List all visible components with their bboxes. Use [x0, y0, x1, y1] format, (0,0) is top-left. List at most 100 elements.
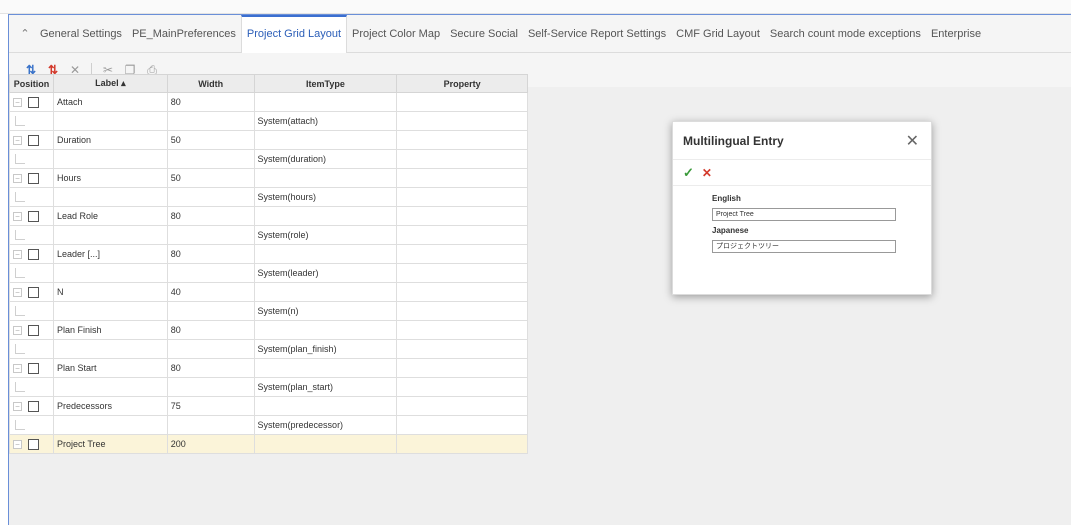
- label-cell[interactable]: Predecessors: [52, 396, 168, 416]
- item-type-cell[interactable]: [253, 244, 398, 264]
- label-cell[interactable]: [52, 377, 168, 397]
- property-cell[interactable]: [396, 149, 528, 169]
- label-cell[interactable]: N: [52, 282, 168, 302]
- item-type-cell[interactable]: System(duration): [253, 149, 398, 169]
- collapse-toggle-icon[interactable]: −: [13, 401, 22, 411]
- grid-row-field[interactable]: − Plan Finish 80: [9, 320, 528, 340]
- item-type-cell[interactable]: [253, 92, 398, 112]
- label-cell[interactable]: [52, 149, 168, 169]
- grid-row-item-type[interactable]: System(predecessor): [9, 415, 528, 435]
- property-cell[interactable]: [396, 301, 528, 321]
- item-type-cell[interactable]: [253, 130, 398, 150]
- grid-row-item-type[interactable]: System(plan_start): [9, 377, 528, 397]
- width-cell[interactable]: 200: [166, 434, 255, 454]
- property-cell[interactable]: [396, 206, 528, 226]
- row-checkbox[interactable]: [28, 96, 39, 108]
- row-checkbox[interactable]: [28, 438, 39, 450]
- grid-row-field[interactable]: − Attach 80: [9, 92, 528, 112]
- label-cell[interactable]: [52, 111, 168, 131]
- property-cell[interactable]: [396, 339, 528, 359]
- item-type-cell[interactable]: System(predecessor): [253, 415, 398, 435]
- grid-row-field[interactable]: − N 40: [9, 282, 528, 302]
- cancel-x-icon[interactable]: ✕: [702, 166, 712, 180]
- property-cell[interactable]: [396, 415, 528, 435]
- property-cell[interactable]: [396, 282, 528, 302]
- close-icon[interactable]: ✕: [906, 131, 919, 151]
- label-cell[interactable]: Duration: [52, 130, 168, 150]
- tab-cmf-grid-layout[interactable]: CMF Grid Layout: [671, 15, 765, 53]
- collapse-toggle-icon[interactable]: −: [13, 439, 22, 449]
- collapse-toggle-icon[interactable]: −: [13, 249, 22, 259]
- grid-row-field[interactable]: − Hours 50: [9, 168, 528, 188]
- item-type-cell[interactable]: System(hours): [253, 187, 398, 207]
- column-header-width[interactable]: Width: [166, 74, 255, 93]
- item-type-cell[interactable]: [253, 320, 398, 340]
- row-checkbox[interactable]: [28, 286, 39, 298]
- property-cell[interactable]: [396, 130, 528, 150]
- width-cell[interactable]: [166, 225, 255, 245]
- property-cell[interactable]: [396, 111, 528, 131]
- item-type-cell[interactable]: System(plan_start): [253, 377, 398, 397]
- row-checkbox[interactable]: [28, 324, 39, 336]
- property-cell[interactable]: [396, 358, 528, 378]
- width-cell[interactable]: [166, 339, 255, 359]
- tab-self-service-report-settings[interactable]: Self-Service Report Settings: [523, 15, 671, 53]
- width-cell[interactable]: [166, 263, 255, 283]
- collapse-toggle-icon[interactable]: −: [13, 363, 22, 373]
- width-cell[interactable]: [166, 415, 255, 435]
- tab-enterprise[interactable]: Enterprise: [926, 15, 986, 53]
- property-cell[interactable]: [396, 377, 528, 397]
- row-checkbox[interactable]: [28, 172, 39, 184]
- grid-row-field[interactable]: − Lead Role 80: [9, 206, 528, 226]
- label-cell[interactable]: [52, 415, 168, 435]
- item-type-cell[interactable]: [253, 434, 398, 454]
- row-checkbox[interactable]: [28, 248, 39, 260]
- collapse-toggle-icon[interactable]: −: [13, 173, 22, 183]
- grid-row-item-type[interactable]: System(n): [9, 301, 528, 321]
- tab-secure-social[interactable]: Secure Social: [445, 15, 523, 53]
- grid-row-item-type[interactable]: System(role): [9, 225, 528, 245]
- width-cell[interactable]: 80: [166, 206, 255, 226]
- property-cell[interactable]: [396, 263, 528, 283]
- grid-row-item-type[interactable]: System(leader): [9, 263, 528, 283]
- item-type-cell[interactable]: [253, 206, 398, 226]
- column-header-position[interactable]: Position: [9, 74, 54, 93]
- label-cell[interactable]: Lead Role: [52, 206, 168, 226]
- width-cell[interactable]: [166, 301, 255, 321]
- grid-row-item-type[interactable]: System(hours): [9, 187, 528, 207]
- japanese-input[interactable]: [712, 239, 896, 253]
- label-cell[interactable]: [52, 263, 168, 283]
- collapse-toggle-icon[interactable]: −: [13, 97, 22, 107]
- row-checkbox[interactable]: [28, 362, 39, 374]
- width-cell[interactable]: 80: [166, 244, 255, 264]
- item-type-cell[interactable]: [253, 168, 398, 188]
- property-cell[interactable]: [396, 434, 528, 454]
- label-cell[interactable]: Hours: [52, 168, 168, 188]
- label-cell[interactable]: Project Tree: [52, 434, 168, 454]
- column-header-item-type[interactable]: ItemType: [253, 74, 398, 93]
- tab-project-grid-layout[interactable]: Project Grid Layout: [240, 15, 348, 53]
- row-checkbox[interactable]: [28, 400, 39, 412]
- english-input[interactable]: [712, 208, 896, 221]
- property-cell[interactable]: [396, 320, 528, 340]
- grid-row-item-type[interactable]: System(attach): [9, 111, 528, 131]
- label-cell[interactable]: Attach: [52, 92, 168, 112]
- item-type-cell[interactable]: System(n): [253, 301, 398, 321]
- width-cell[interactable]: 50: [166, 130, 255, 150]
- tab-project-color-map[interactable]: Project Color Map: [347, 15, 445, 53]
- width-cell[interactable]: 50: [166, 168, 255, 188]
- label-cell[interactable]: Leader [...]: [52, 244, 168, 264]
- tab-general-settings[interactable]: General Settings: [35, 15, 127, 53]
- item-type-cell[interactable]: System(plan_finish): [253, 339, 398, 359]
- grid-row-field[interactable]: − Project Tree 200: [9, 434, 528, 454]
- width-cell[interactable]: 80: [166, 320, 255, 340]
- collapse-toggle-icon[interactable]: −: [13, 325, 22, 335]
- width-cell[interactable]: [166, 187, 255, 207]
- width-cell[interactable]: [166, 377, 255, 397]
- width-cell[interactable]: [166, 111, 255, 131]
- item-type-cell[interactable]: [253, 282, 398, 302]
- width-cell[interactable]: 80: [166, 358, 255, 378]
- grid-row-item-type[interactable]: System(duration): [9, 149, 528, 169]
- grid-row-field[interactable]: − Predecessors 75: [9, 396, 528, 416]
- tab-search-count-mode-exceptions[interactable]: Search count mode exceptions: [765, 15, 926, 53]
